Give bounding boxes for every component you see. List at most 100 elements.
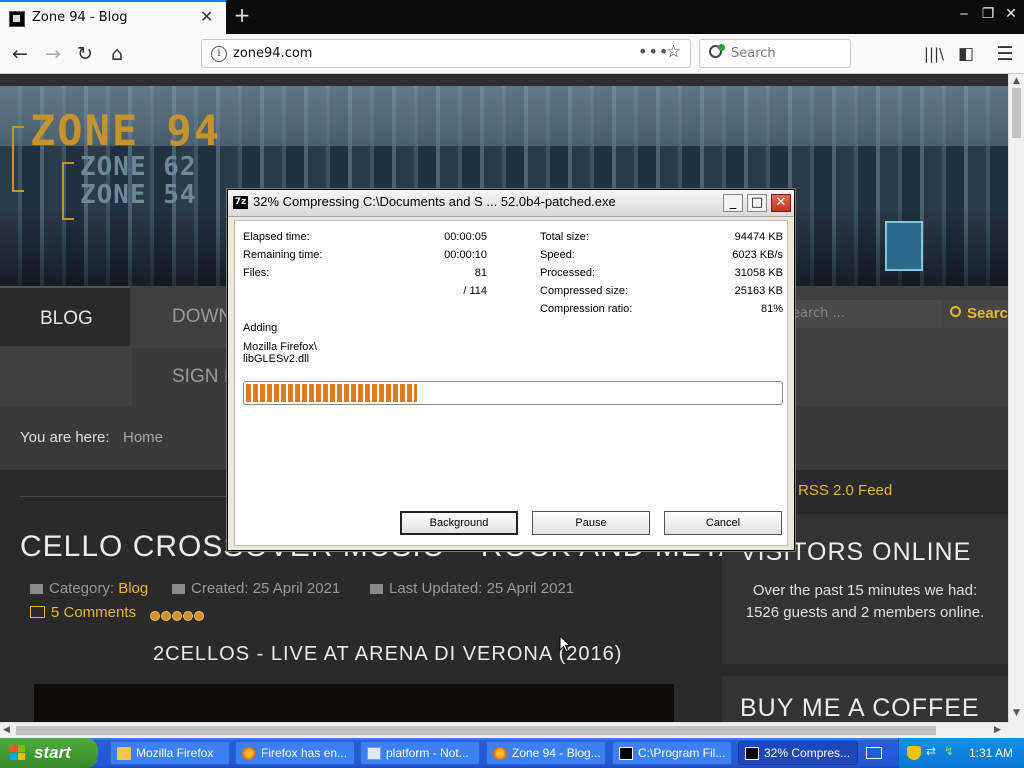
speed-value: 6023 KB/s [732,249,783,261]
windows-logo-icon [10,745,26,761]
rating-star-icon[interactable] [194,611,204,621]
current-file-folder: Mozilla Firefox\ [243,341,317,353]
network-icon[interactable]: ⇄ [926,744,940,758]
bookmark-star-icon[interactable]: ☆ [666,42,681,62]
logo-frame [12,126,24,192]
dialog-close-button[interactable]: ✕ [771,194,791,212]
adding-label: Adding [243,322,278,334]
taskbar-item-zone94-blog[interactable]: Zone 94 - Blog... [486,741,606,765]
scroll-down-arrow-icon[interactable]: ▼ [1013,708,1020,718]
taskbar-item-mozilla-firefox-folder[interactable]: Mozilla Firefox [110,741,230,765]
taskbar-item-label: platform - Not... [386,746,469,760]
files-label: Files: [243,267,270,279]
reload-button[interactable]: ↻ [73,42,97,66]
horizontal-scrollbar[interactable]: ◀ ▶ [0,722,1008,738]
7zip-icon [619,747,633,760]
back-button[interactable]: ← [8,42,32,66]
close-tab-icon[interactable]: ✕ [200,7,213,26]
mouse-cursor-icon [559,635,571,653]
banner-screen-image [885,221,923,271]
dialog-minimize-button[interactable]: _ [723,194,743,212]
processed-value: 31058 KB [734,267,783,279]
video-title: 2CELLOS - LIVE AT ARENA DI VERONA (2016) [153,643,623,665]
rating-star-icon[interactable] [150,611,160,621]
taskbar-item-label: Firefox has en... [261,746,348,760]
clock[interactable]: 1:31 AM [969,746,1013,760]
scroll-up-arrow-icon[interactable]: ▲ [1013,76,1020,86]
nav-item-label: BLOG [40,308,93,329]
compressed-size-value: 25163 KB [734,285,783,297]
remaining-label: Remaining time: [243,249,323,261]
connection-icon[interactable]: ↯ [944,744,958,758]
nav-item-blog[interactable]: BLOG [0,286,130,346]
taskbar-item-label: Zone 94 - Blog... [512,746,601,760]
category-link[interactable]: Blog [118,580,148,597]
site-info-icon[interactable]: i [211,46,227,62]
article-created: Created: 25 April 2021 [172,580,340,597]
comments-link[interactable]: 5 Comments [30,604,136,621]
url-text[interactable]: zone94.com [233,46,312,61]
site-logo-sub: ZONE 54 [80,180,197,210]
scroll-right-arrow-icon[interactable]: ▶ [994,725,1001,735]
dialog-body: Elapsed time: 00:00:05 Remaining time: 0… [234,220,788,546]
scrollbar-thumb[interactable] [16,726,936,735]
window-restore-button[interactable]: ❐ [977,6,999,26]
scroll-left-arrow-icon[interactable]: ◀ [3,725,10,735]
taskbar: start Mozilla Firefox Firefox has en... … [0,738,1024,768]
sidebar-toggle-button[interactable]: ◧ [954,42,978,66]
category-label: Category: [49,580,115,597]
files-value: 81 [474,267,487,279]
site-logo[interactable]: ZONE 94 [30,106,221,155]
article-updated: Last Updated: 25 April 2021 [370,580,574,597]
keyboard-icon[interactable] [866,747,882,759]
scrollbar-corner [1008,722,1024,738]
dialog-maximize-button[interactable]: □ [747,194,767,212]
taskbar-item-program-files[interactable]: C:\Program Fil... [612,741,732,765]
taskbar-item-notepad[interactable]: platform - Not... [360,741,480,765]
search-box[interactable]: Search [699,39,851,68]
7zip-app-icon: 7z [233,196,248,209]
shield-icon[interactable] [907,746,921,760]
tab-zone94-blog[interactable]: Zone 94 - Blog ✕ [0,0,226,34]
progress-bar [243,381,783,405]
rating-star-icon[interactable] [172,611,182,621]
rss-feed-link[interactable]: RSS 2.0 Feed [798,482,892,499]
vertical-scrollbar[interactable]: ▲ ▼ [1008,74,1024,722]
taskbar-item-firefox-crash[interactable]: Firefox has en... [235,741,355,765]
dialog-title: 32% Compressing C:\Documents and S ... 5… [253,194,616,209]
processed-label: Processed: [540,267,596,279]
search-engine-icon [709,44,725,58]
home-button[interactable]: ⌂ [105,42,129,66]
menu-button[interactable]: ☰ [993,42,1017,66]
breadcrumb-label: You are here: [20,429,110,446]
7zip-icon [745,747,759,760]
folder-icon [117,747,131,760]
forward-button[interactable]: → [41,42,65,66]
calendar-icon [370,584,383,594]
pause-button[interactable]: Pause [532,511,650,535]
visitors-text: Over the past 15 minutes we had: 1526 gu… [745,582,985,621]
calendar-icon [172,584,185,594]
dialog-title-bar[interactable]: 7z 32% Compressing C:\Documents and S ..… [228,190,794,217]
site-search-button-label: Search [967,305,1008,322]
rating-star-icon[interactable] [161,611,171,621]
site-logo-sub: ZONE 62 [80,152,197,182]
window-close-button[interactable]: ✕ [1000,6,1022,26]
background-button[interactable]: Background [400,511,518,535]
page-actions-icon[interactable]: ••• [638,42,669,61]
window-minimize-button[interactable]: ‒ [953,6,975,26]
site-search-input[interactable]: earch ... [790,300,942,328]
url-bar[interactable]: i zone94.com ••• ☆ [201,39,691,68]
breadcrumb-home-link[interactable]: Home [123,429,163,446]
scrollbar-thumb[interactable] [1012,88,1021,138]
site-search-button[interactable]: Search [943,300,1008,328]
rating-star-icon[interactable] [183,611,193,621]
cancel-button[interactable]: Cancel [664,511,782,535]
start-button[interactable]: start [0,738,98,768]
taskbar-item-7zip-progress[interactable]: 32% Compres... [738,741,858,765]
compressed-size-label: Compressed size: [540,285,629,297]
embedded-video[interactable] [34,684,674,722]
star-rating[interactable] [150,606,205,625]
new-tab-button[interactable]: + [230,3,254,27]
library-button[interactable]: |||\ [922,42,946,66]
